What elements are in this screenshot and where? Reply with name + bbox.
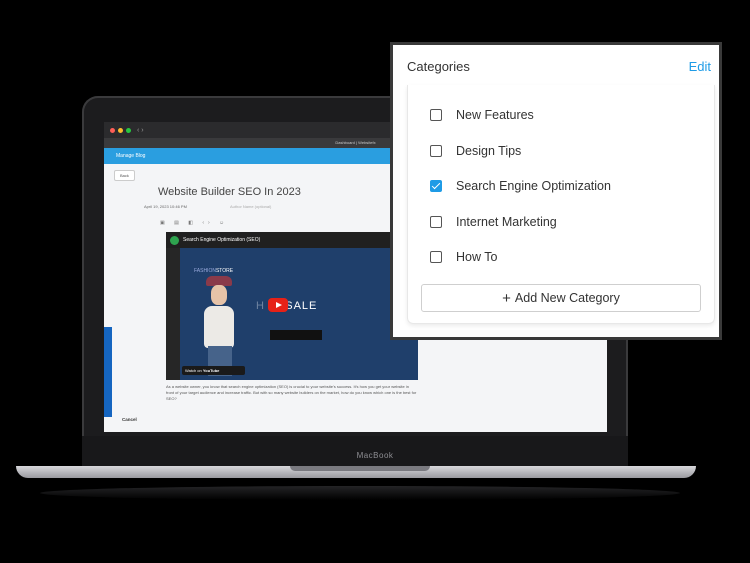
- category-checkbox[interactable]: [430, 251, 442, 263]
- store-logo: FASHIONSTORE: [194, 268, 234, 274]
- categories-header: Categories Edit: [393, 45, 719, 85]
- category-label: How To: [456, 250, 498, 264]
- post-date[interactable]: April 19, 2023 10:46 PM: [144, 204, 187, 209]
- shop-now-button: [270, 330, 322, 340]
- cancel-button[interactable]: Cancel: [122, 417, 137, 422]
- minimize-window-icon[interactable]: [118, 127, 123, 133]
- category-item[interactable]: New Features: [430, 105, 534, 125]
- play-icon[interactable]: [268, 298, 288, 312]
- author-input[interactable]: Author Name (optional): [230, 204, 271, 209]
- add-new-category-label: Add New Category: [514, 291, 620, 305]
- add-new-category-button[interactable]: + Add New Category: [421, 284, 701, 312]
- categories-panel: Categories Edit New Features Design Tips…: [390, 42, 722, 340]
- category-item[interactable]: Design Tips: [430, 141, 521, 161]
- video-title[interactable]: Search Engine Optimization (SEO): [183, 237, 260, 243]
- plus-icon: +: [502, 289, 511, 307]
- category-checkbox[interactable]: [430, 109, 442, 121]
- back-button[interactable]: Back: [114, 170, 135, 181]
- categories-title: Categories: [407, 59, 470, 74]
- laptop-notch: [290, 466, 430, 471]
- category-checkbox[interactable]: [430, 216, 442, 228]
- video-embed[interactable]: Search Engine Optimization (SEO) FASHION…: [166, 232, 418, 380]
- category-label: Design Tips: [456, 144, 522, 158]
- edit-categories-link[interactable]: Edit: [689, 59, 711, 74]
- category-checkbox-checked[interactable]: [430, 180, 442, 192]
- category-item[interactable]: Search Engine Optimization: [430, 176, 611, 196]
- category-label: New Features: [456, 108, 534, 122]
- watch-on-youtube-link[interactable]: Watch on YouTube: [182, 366, 245, 375]
- channel-avatar[interactable]: [170, 235, 179, 245]
- video-topbar: Search Engine Optimization (SEO): [166, 232, 418, 248]
- post-title[interactable]: Website Builder SEO In 2023: [158, 186, 301, 198]
- category-item[interactable]: Internet Marketing: [430, 212, 557, 232]
- category-label: Internet Marketing: [456, 215, 557, 229]
- blue-side-panel: [104, 327, 112, 417]
- video-sidebar: [166, 248, 180, 380]
- close-window-icon[interactable]: [110, 127, 115, 133]
- model-image: [198, 276, 240, 376]
- back-forward-icon[interactable]: ‹ ›: [137, 127, 144, 134]
- categories-list: New Features Design Tips Search Engine O…: [407, 85, 715, 324]
- laptop-reflection: [40, 486, 680, 500]
- maximize-window-icon[interactable]: [126, 127, 131, 133]
- category-checkbox[interactable]: [430, 145, 442, 157]
- category-item[interactable]: How To: [430, 247, 497, 267]
- post-body[interactable]: As a website owner, you know that search…: [166, 384, 418, 402]
- device-label: MacBook: [356, 451, 394, 460]
- editor-toolbar[interactable]: ▣ ▤ ◧ ‹› ☺: [160, 220, 228, 226]
- category-label: Search Engine Optimization: [456, 179, 611, 193]
